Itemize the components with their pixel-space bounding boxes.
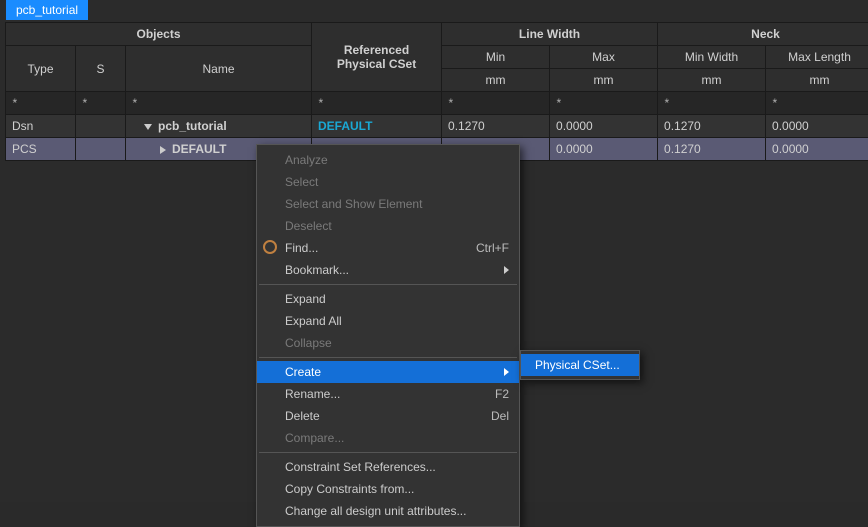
cell-nk-maxl[interactable]: 0.0000 (766, 138, 868, 161)
menu-label: Delete (285, 409, 320, 423)
menu-label: Constraint Set References... (285, 460, 436, 474)
menu-create[interactable]: Create (257, 361, 519, 383)
menu-label: Expand (285, 292, 326, 306)
header-nk-maxl: Max Length (766, 46, 868, 69)
menu-shortcut: Ctrl+F (476, 241, 509, 255)
menu-label: Change all design unit attributes... (285, 504, 466, 518)
header-refcset: Referenced Physical CSet (312, 23, 442, 92)
header-nk-minw: Min Width (658, 46, 766, 69)
menu-label: Rename... (285, 387, 340, 401)
constraints-table: Objects Referenced Physical CSet Line Wi… (5, 22, 867, 161)
menu-shortcut: Del (491, 409, 509, 423)
menu-label: Deselect (285, 219, 332, 233)
filter-nk-maxl[interactable]: * (766, 92, 868, 115)
cell-s (76, 115, 126, 138)
menu-label: Create (285, 365, 321, 379)
filter-s[interactable]: * (76, 92, 126, 115)
menu-label: Collapse (285, 336, 332, 350)
cell-lw-min[interactable]: 0.1270 (442, 115, 550, 138)
filter-name[interactable]: * (126, 92, 312, 115)
chevron-right-icon (504, 266, 509, 274)
header-neck: Neck (658, 23, 868, 46)
cell-lw-max[interactable]: 0.0000 (550, 138, 658, 161)
menu-rename[interactable]: Rename... F2 (257, 383, 519, 405)
table-row[interactable]: Dsn pcb_tutorial DEFAULT 0.1270 0.0000 0… (6, 115, 868, 138)
menu-analyze[interactable]: Analyze (257, 149, 519, 171)
menu-separator (259, 452, 517, 453)
menu-copy-constraints-from[interactable]: Copy Constraints from... (257, 478, 519, 500)
chevron-down-icon[interactable] (144, 124, 152, 130)
filter-lw-min[interactable]: * (442, 92, 550, 115)
header-nk-minw-unit: mm (658, 69, 766, 92)
filter-type[interactable]: * (6, 92, 76, 115)
chevron-right-icon[interactable] (160, 146, 166, 154)
find-icon (263, 240, 279, 256)
header-s: S (76, 46, 126, 92)
menu-change-all-design-unit-attributes[interactable]: Change all design unit attributes... (257, 500, 519, 522)
header-type: Type (6, 46, 76, 92)
menu-label: Select and Show Element (285, 197, 422, 211)
cell-name-label: pcb_tutorial (158, 119, 227, 133)
menu-compare[interactable]: Compare... (257, 427, 519, 449)
header-lw-min: Min (442, 46, 550, 69)
header-nk-maxl-unit: mm (766, 69, 868, 92)
menu-separator (259, 357, 517, 358)
cell-type: Dsn (6, 115, 76, 138)
menu-label: Copy Constraints from... (285, 482, 414, 496)
menu-label: Expand All (285, 314, 342, 328)
submenu-physical-cset[interactable]: Physical CSet... (521, 354, 639, 376)
cell-name[interactable]: pcb_tutorial (126, 115, 312, 138)
menu-shortcut: F2 (495, 387, 509, 401)
cell-s (76, 138, 126, 161)
menu-select-show[interactable]: Select and Show Element (257, 193, 519, 215)
menu-deselect[interactable]: Deselect (257, 215, 519, 237)
filter-cset[interactable]: * (312, 92, 442, 115)
context-menu: Analyze Select Select and Show Element D… (256, 144, 520, 527)
menu-expand-all[interactable]: Expand All (257, 310, 519, 332)
header-objects: Objects (6, 23, 312, 46)
menu-select[interactable]: Select (257, 171, 519, 193)
cell-lw-max[interactable]: 0.0000 (550, 115, 658, 138)
menu-label: Physical CSet... (535, 358, 620, 372)
menu-label: Find... (285, 241, 318, 255)
menu-label: Analyze (285, 153, 328, 167)
header-lw-max: Max (550, 46, 658, 69)
cell-type: PCS (6, 138, 76, 161)
menu-label: Compare... (285, 431, 344, 445)
create-submenu: Physical CSet... (520, 350, 640, 380)
menu-label: Bookmark... (285, 263, 349, 277)
menu-delete[interactable]: Delete Del (257, 405, 519, 427)
menu-find[interactable]: Find... Ctrl+F (257, 237, 519, 259)
header-lw-max-unit: mm (550, 69, 658, 92)
header-linewidth: Line Width (442, 23, 658, 46)
tab-pcb-tutorial[interactable]: pcb_tutorial (6, 0, 88, 20)
menu-expand[interactable]: Expand (257, 288, 519, 310)
cell-name-label: DEFAULT (172, 142, 226, 156)
filter-lw-max[interactable]: * (550, 92, 658, 115)
menu-constraint-set-references[interactable]: Constraint Set References... (257, 456, 519, 478)
filter-nk-minw[interactable]: * (658, 92, 766, 115)
cell-cset[interactable]: DEFAULT (312, 115, 442, 138)
chevron-right-icon (504, 368, 509, 376)
menu-label: Select (285, 175, 318, 189)
menu-separator (259, 284, 517, 285)
cell-nk-minw[interactable]: 0.1270 (658, 115, 766, 138)
cell-nk-minw[interactable]: 0.1270 (658, 138, 766, 161)
menu-collapse[interactable]: Collapse (257, 332, 519, 354)
menu-bookmark[interactable]: Bookmark... (257, 259, 519, 281)
cell-nk-maxl[interactable]: 0.0000 (766, 115, 868, 138)
header-name: Name (126, 46, 312, 92)
header-lw-min-unit: mm (442, 69, 550, 92)
